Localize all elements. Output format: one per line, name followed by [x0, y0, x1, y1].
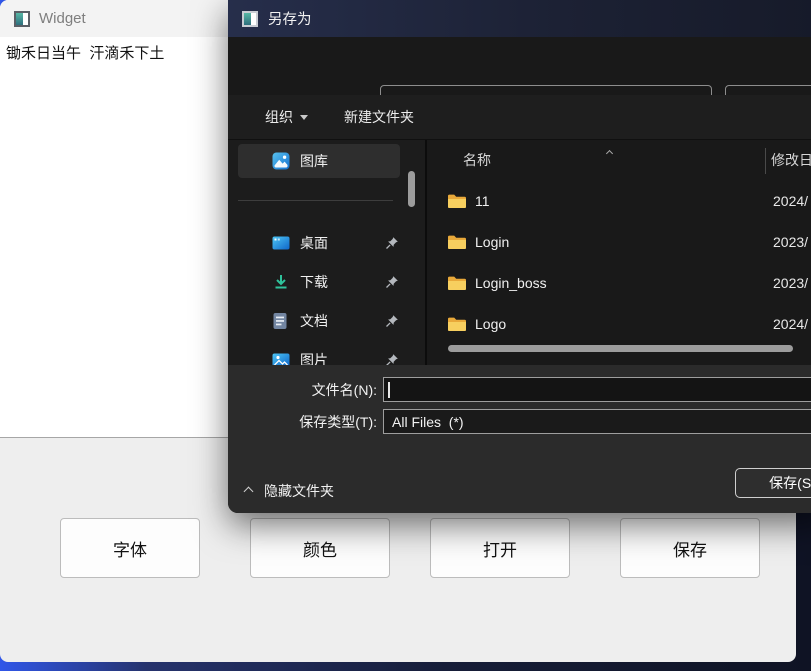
gallery-icon [272, 152, 290, 170]
chevron-up-icon [244, 486, 254, 496]
dialog-toolbar: 组织 新建文件夹 [228, 95, 811, 140]
file-row-11[interactable]: 11 2024/ [427, 185, 811, 217]
file-row-login-boss[interactable]: Login_boss 2023/ [427, 267, 811, 299]
save-button[interactable]: 保存 [620, 518, 760, 578]
edit-text: 锄禾日当午 汗滴禾下土 [6, 42, 222, 63]
folder-icon [447, 234, 467, 250]
widget-window-title: Widget [39, 10, 86, 27]
file-list: 名称 修改日期 11 2024/ Login 2023/ [427, 140, 811, 365]
text-edit-area[interactable]: 锄禾日当午 汗滴禾下土 [0, 37, 228, 438]
sidebar-scrollbar[interactable] [408, 171, 415, 207]
column-header-date-modified[interactable]: 修改日期 [771, 150, 811, 170]
downloads-icon [272, 273, 290, 291]
filename-label: 文件名(N): [228, 380, 377, 400]
open-button[interactable]: 打开 [430, 518, 570, 578]
sidebar-item-gallery[interactable]: 图库 [238, 144, 400, 178]
file-row-login[interactable]: Login 2023/ [427, 226, 811, 258]
sidebar-item-pictures[interactable]: 图片 [238, 343, 400, 365]
dialog-title: 另存为 [268, 8, 312, 29]
sidebar-item-downloads[interactable]: 下载 [238, 265, 400, 299]
navigation-pane: 图库 桌面 [228, 140, 425, 365]
save-as-dialog: 另存为 ← → ↑ › 桌面 › [228, 0, 811, 513]
sidebar-item-documents[interactable]: 文档 [238, 304, 400, 338]
folder-icon [447, 316, 467, 332]
dialog-window-icon [242, 11, 258, 27]
horizontal-scrollbar[interactable] [448, 345, 793, 352]
filetype-label: 保存类型(T): [228, 412, 377, 432]
column-divider[interactable] [765, 148, 766, 174]
pictures-icon [272, 351, 290, 365]
hide-folders-button[interactable]: 隐藏文件夹 [245, 481, 334, 501]
column-header-name[interactable]: 名称 [463, 150, 491, 170]
folder-icon [447, 275, 467, 291]
filetype-select[interactable]: All Files (*) [383, 409, 811, 434]
pin-icon [385, 236, 399, 250]
save-form: 文件名(N): 保存类型(T): All Files (*) 隐藏文件夹 保存(… [228, 365, 811, 513]
sort-ascending-icon [607, 143, 612, 161]
color-button[interactable]: 颜色 [250, 518, 390, 578]
app-window-icon [14, 11, 30, 27]
pin-icon [385, 353, 399, 365]
folder-icon [447, 193, 467, 209]
sidebar-separator [238, 200, 393, 201]
organize-menu[interactable]: 组织 [265, 107, 308, 127]
text-caret [388, 382, 390, 398]
sidebar-item-desktop[interactable]: 桌面 [238, 226, 400, 260]
font-button[interactable]: 字体 [60, 518, 200, 578]
filename-input[interactable] [383, 377, 811, 402]
file-row-logo[interactable]: Logo 2024/ [427, 308, 811, 340]
desktop-icon [272, 234, 290, 252]
new-folder-button[interactable]: 新建文件夹 [344, 107, 414, 127]
pin-icon [385, 275, 399, 289]
desktop: { "widget_window": { "title": "Widget", … [0, 0, 811, 671]
documents-icon [272, 312, 290, 330]
dialog-save-button[interactable]: 保存(S) [735, 468, 811, 498]
dropdown-arrow-icon [300, 115, 308, 120]
navigation-bar: ← → ↑ › 桌面 › [228, 37, 811, 95]
pin-icon [385, 314, 399, 328]
dialog-titlebar[interactable]: 另存为 [228, 0, 811, 37]
